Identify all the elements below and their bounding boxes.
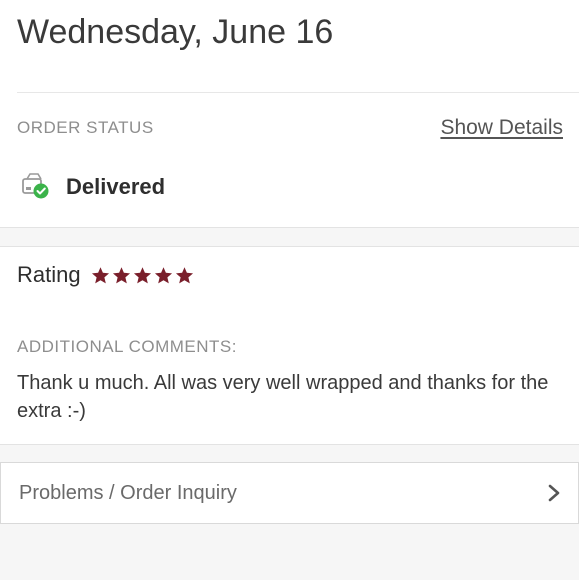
rating-label: Rating [17,262,81,287]
star-icon [154,266,172,283]
section-separator [0,227,579,247]
star-icon [175,266,193,283]
chevron-right-icon [546,483,562,503]
delivered-status-text: Delivered [66,174,166,199]
star-icon [112,266,130,283]
star-icon [133,266,151,283]
problems-order-inquiry-button[interactable]: Problems / Order Inquiry [0,462,579,524]
delivered-package-check-icon [21,172,51,202]
section-separator [0,444,579,463]
inquiry-label: Problems / Order Inquiry [19,481,237,504]
star-rating [91,266,194,285]
star-icon [91,266,109,283]
comments-text: Thank u much. All was very well wrapped … [17,372,549,422]
divider [17,92,579,93]
comments-label: ADDITIONAL COMMENTS: [17,337,237,356]
rating-row: Rating [17,262,194,288]
page-title: Wednesday, June 16 [17,13,334,51]
page-background [0,524,579,580]
show-details-link[interactable]: Show Details [440,116,563,140]
order-status-row: Delivered [21,171,165,203]
order-status-label: ORDER STATUS [17,118,154,137]
